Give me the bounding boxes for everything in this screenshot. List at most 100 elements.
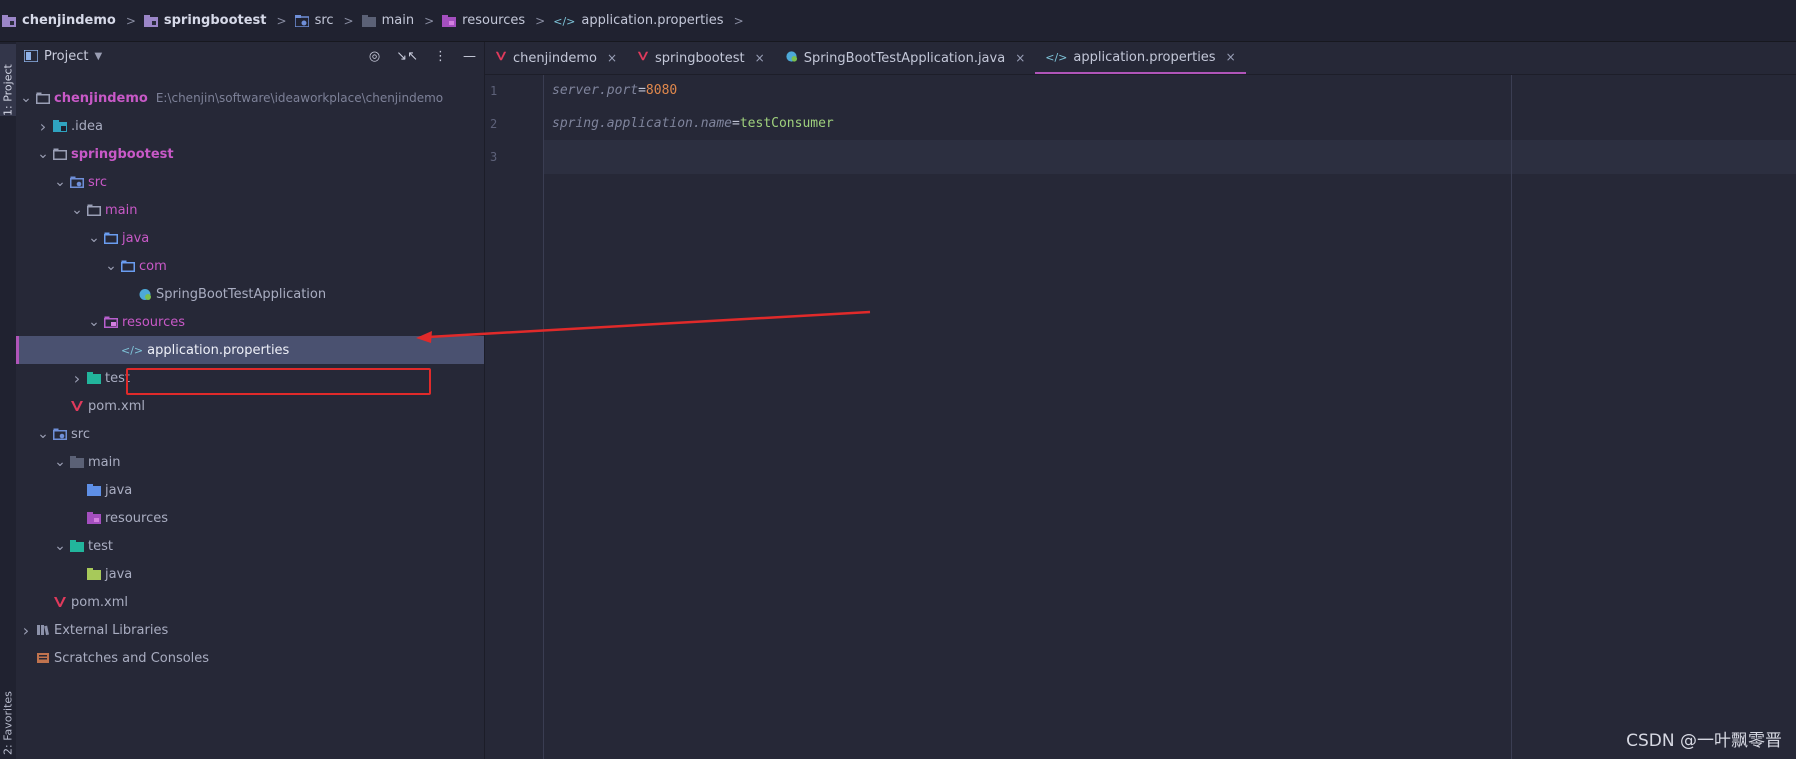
resources-folder-icon — [442, 14, 457, 27]
equals-sign: = — [638, 83, 646, 98]
project-panel-header: Project ▼ ◎ ↘↖ ⋮ — — [16, 42, 484, 70]
tree-item[interactable]: SpringBootTestApplication — [16, 280, 484, 308]
editor-tab[interactable]: chenjindemo × — [485, 42, 627, 74]
tree-item[interactable]: ⌄ main — [16, 448, 484, 476]
tree-item-label: java — [105, 566, 133, 582]
tree-item-label: java — [105, 482, 133, 498]
close-icon[interactable]: × — [1226, 50, 1236, 64]
code-line[interactable]: server.port=8080 — [552, 83, 677, 98]
source-folder-icon — [53, 428, 67, 440]
editor-tab[interactable]: SpringBootTestApplication.java × — [775, 42, 1036, 74]
chevron-right-icon: > — [343, 13, 354, 28]
tree-item[interactable]: ⌄ src — [16, 420, 484, 448]
tree-item[interactable]: ⌄ chenjindemo E:\chenjin\software\ideawork… — [16, 84, 484, 112]
chevron-right-icon: > — [424, 13, 435, 28]
minimize-icon[interactable]: — — [463, 49, 476, 64]
chevron-right-icon: > — [733, 13, 744, 28]
source-folder-icon — [70, 176, 84, 188]
editor-tabs: chenjindemo × springbootest × SpringBootTest… — [485, 42, 1796, 75]
chevron-down-icon[interactable]: ⌄ — [86, 315, 102, 329]
crumb-label: application.properties — [581, 13, 724, 28]
project-panel: Project ▼ ◎ ↘↖ ⋮ — ⌄ chenjindemo E:\chenji… — [16, 42, 485, 759]
collapse-all-icon[interactable]: ↘↖ — [396, 49, 418, 64]
tree-item[interactable]: ⌄ springbootest — [16, 140, 484, 168]
module-icon — [143, 14, 158, 27]
tree-item[interactable]: ⌄ resources — [16, 308, 484, 336]
chevron-down-icon[interactable]: ▼ — [94, 51, 102, 62]
chevron-down-icon[interactable]: ⌄ — [35, 147, 51, 161]
close-icon[interactable]: × — [607, 51, 617, 65]
tree-item[interactable]: › External Libraries — [16, 616, 484, 644]
chevron-down-icon[interactable]: ⌄ — [69, 203, 85, 217]
chevron-right-icon[interactable]: › — [35, 117, 51, 136]
tree-item[interactable]: ⌄ test — [16, 532, 484, 560]
close-icon[interactable]: × — [755, 51, 765, 65]
project-module-icon — [2, 14, 16, 27]
equals-sign: = — [732, 116, 740, 131]
favorites-tool-tab[interactable]: 2: Favorites — [0, 691, 16, 755]
tree-item[interactable]: java — [16, 560, 484, 588]
tree-item[interactable]: › .idea — [16, 112, 484, 140]
tree-item-label: .idea — [71, 118, 103, 134]
tree-item[interactable]: pom.xml — [16, 392, 484, 420]
external-libraries-icon — [37, 625, 49, 636]
test-folder-icon — [87, 372, 101, 384]
tree-item[interactable]: Scratches and Consoles — [16, 644, 484, 672]
crumb-label: resources — [462, 13, 526, 28]
java-package-folder-icon — [121, 260, 135, 272]
crumb-main[interactable]: main — [361, 13, 414, 28]
crumb-chenjindemo[interactable]: chenjindemo — [2, 13, 116, 28]
tree-item[interactable]: ⌄ java — [16, 224, 484, 252]
tree-item[interactable]: resources — [16, 504, 484, 532]
chevron-right-icon[interactable]: › — [18, 621, 34, 640]
tree-item-label: pom.xml — [88, 398, 145, 414]
java-package-folder-icon — [104, 232, 118, 244]
annotation-highlight-box — [126, 368, 431, 395]
crumb-src[interactable]: src — [294, 13, 334, 28]
navigation-bar: chenjindemo > springbootest > src > main… — [0, 0, 1796, 42]
crumb-springbootest[interactable]: springbootest — [143, 13, 267, 28]
springboot-class-icon — [785, 50, 798, 66]
crumb-resources[interactable]: resources — [442, 13, 525, 28]
test-java-folder-icon — [87, 568, 101, 580]
chevron-right-icon: > — [535, 13, 546, 28]
more-options-icon[interactable]: ⋮ — [434, 49, 447, 64]
code-editor[interactable]: 123 server.port=8080 spring.application.n… — [485, 75, 1796, 759]
chevron-down-icon[interactable]: ⌄ — [52, 455, 68, 469]
chevron-down-icon[interactable]: ⌄ — [52, 175, 68, 189]
tree-item[interactable]: java — [16, 476, 484, 504]
test-folder-icon — [70, 540, 84, 552]
tree-item[interactable]: </> application.properties — [16, 336, 484, 364]
chevron-down-icon[interactable]: ⌄ — [18, 91, 34, 105]
line-number: 3 — [490, 150, 498, 164]
project-view-selector[interactable]: Project — [44, 49, 88, 64]
tree-item-label: com — [139, 258, 167, 274]
chevron-down-icon[interactable]: ⌄ — [35, 427, 51, 441]
chevron-right-icon[interactable]: › — [69, 369, 85, 388]
tree-item[interactable]: ⌄ main — [16, 196, 484, 224]
tree-item[interactable]: pom.xml — [16, 588, 484, 616]
close-icon[interactable]: × — [1015, 51, 1025, 65]
editor-tab[interactable]: springbootest × — [627, 42, 775, 74]
tree-item[interactable]: ⌄ com — [16, 252, 484, 280]
locate-target-icon[interactable]: ◎ — [369, 49, 380, 64]
crumb-application-properties[interactable]: </> application.properties — [553, 13, 723, 28]
chevron-right-icon: > — [276, 13, 287, 28]
line-number: 2 — [490, 117, 498, 131]
folder-icon — [53, 148, 67, 160]
chevron-down-icon[interactable]: ⌄ — [86, 231, 102, 245]
tree-item-label: chenjindemo — [54, 90, 148, 106]
chevron-down-icon[interactable]: ⌄ — [103, 259, 119, 273]
project-view-icon — [24, 50, 38, 62]
code-line[interactable]: spring.application.name=testConsumer — [552, 116, 834, 131]
editor-tab[interactable]: </> application.properties × — [1035, 42, 1246, 74]
properties-file-icon: </> — [121, 344, 144, 357]
project-tool-tab[interactable]: 1: Project — [0, 44, 16, 116]
tree-item[interactable]: ⌄ src — [16, 168, 484, 196]
selection-indicator — [16, 336, 19, 364]
tree-item-label: src — [71, 426, 90, 442]
chevron-down-icon[interactable]: ⌄ — [52, 539, 68, 553]
maven-icon — [495, 50, 507, 66]
java-folder-icon — [87, 484, 101, 496]
chevron-right-icon: > — [125, 13, 136, 28]
